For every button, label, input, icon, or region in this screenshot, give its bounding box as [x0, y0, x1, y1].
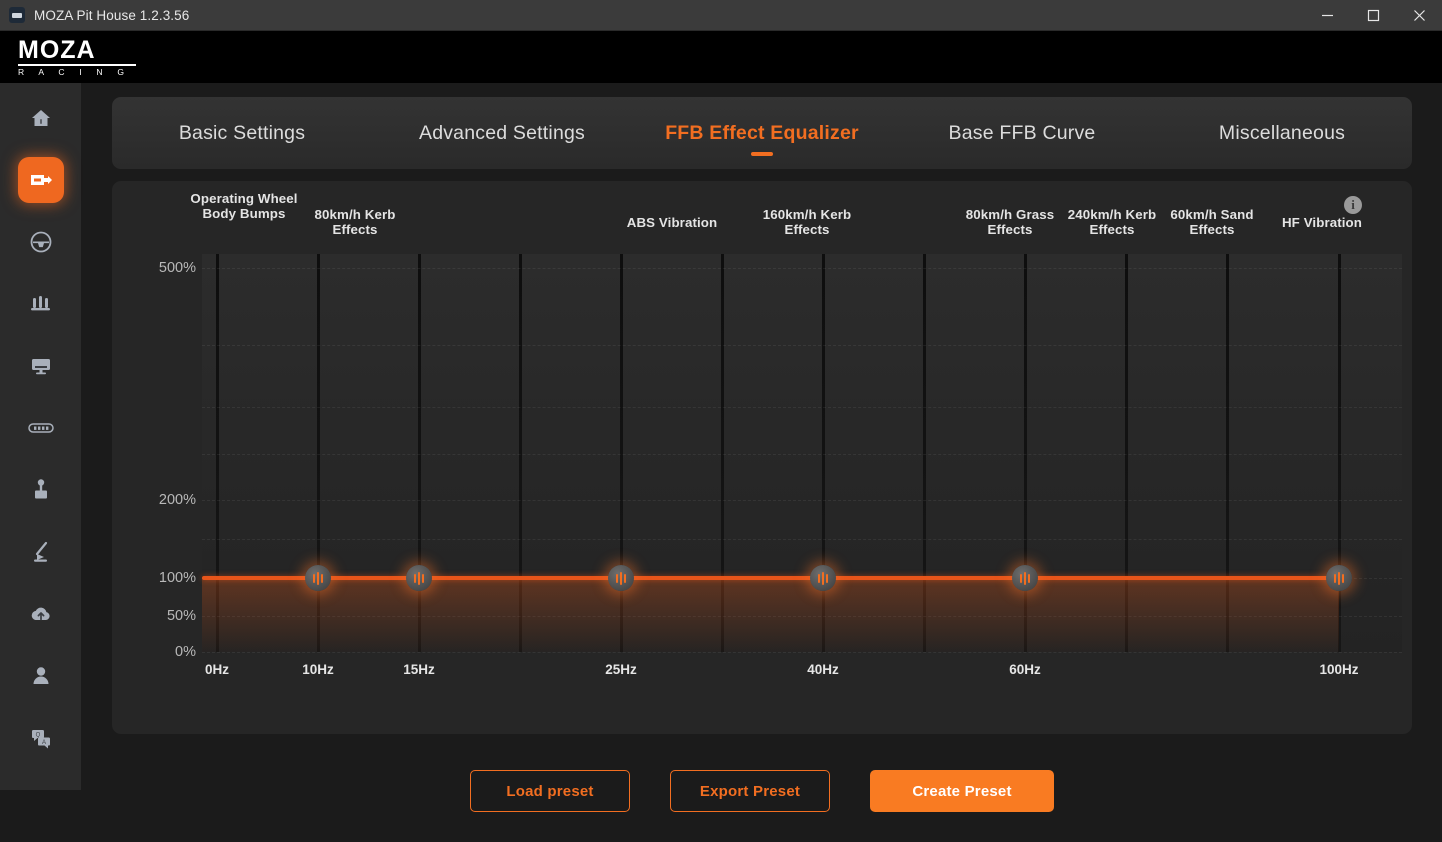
- brand-name: MOZA: [18, 35, 96, 64]
- sidebar-item-wheelbase[interactable]: [17, 157, 64, 203]
- svg-text:A: A: [41, 740, 45, 746]
- sidebar-item-handbrake[interactable]: [18, 529, 64, 575]
- gridline: [202, 407, 1402, 409]
- eq-band-handle[interactable]: [1326, 565, 1352, 591]
- settings-tabbar: Basic Settings Advanced Settings FFB Eff…: [112, 97, 1412, 169]
- maximize-button[interactable]: [1350, 0, 1396, 31]
- main-content: Basic Settings Advanced Settings FFB Eff…: [81, 83, 1442, 842]
- home-icon: [30, 107, 52, 129]
- band-label-160kmh-kerb-effects: 160km/h Kerb Effects: [762, 207, 852, 238]
- steering-wheel-icon: [29, 230, 53, 254]
- tab-basic-settings[interactable]: Basic Settings: [112, 97, 372, 169]
- tab-miscellaneous[interactable]: Miscellaneous: [1152, 97, 1412, 169]
- moza-logo: MOZA R A C I N G: [18, 37, 138, 78]
- x-axis-tick: 100Hz: [1319, 662, 1359, 677]
- gridline: [202, 453, 1402, 455]
- band-label-operating-wheel-body-bumps: Operating Wheel Body Bumps: [190, 191, 298, 222]
- qa-support-icon: QA: [29, 727, 53, 749]
- moza-app-icon: [9, 7, 25, 23]
- band-label-80kmh-kerb-effects: 80km/h Kerb Effects: [314, 207, 396, 238]
- eq-band-handle[interactable]: [406, 565, 432, 591]
- sidebar-item-profile[interactable]: [18, 653, 64, 699]
- eq-band-handle[interactable]: [305, 565, 331, 591]
- sidebar-item-button-box[interactable]: [18, 405, 64, 451]
- load-preset-button[interactable]: Load preset: [470, 770, 630, 812]
- sidebar-item-steering-wheel[interactable]: [18, 219, 64, 265]
- y-axis-tick: 50%: [166, 608, 196, 624]
- close-button[interactable]: [1396, 0, 1442, 31]
- tab-ffb-effect-equalizer[interactable]: FFB Effect Equalizer: [632, 97, 892, 169]
- create-preset-button[interactable]: Create Preset: [870, 770, 1054, 812]
- band-label-abs-vibration: ABS Vibration: [626, 215, 718, 230]
- y-axis-tick: 100%: [158, 570, 196, 586]
- gridline: [202, 500, 1402, 501]
- x-axis-tick: 10Hz: [302, 662, 334, 677]
- x-axis-tick: 40Hz: [807, 662, 839, 677]
- eq-band-handle[interactable]: [1012, 565, 1038, 591]
- y-axis-tick: 500%: [158, 260, 196, 276]
- window-titlebar: MOZA Pit House 1.2.3.56: [0, 0, 1442, 31]
- x-axis-tick: 25Hz: [605, 662, 637, 677]
- sidebar-item-pedals[interactable]: [18, 281, 64, 327]
- band-label-row: Operating Wheel Body Bumps 80km/h Kerb E…: [112, 181, 1412, 243]
- x-axis-tick: 60Hz: [1009, 662, 1041, 677]
- curve-fill-area: [202, 578, 1339, 652]
- y-axis-tick: 200%: [158, 492, 196, 508]
- preset-button-row: Load preset Export Preset Create Preset: [112, 770, 1412, 812]
- tab-base-ffb-curve[interactable]: Base FFB Curve: [892, 97, 1152, 169]
- wheelbase-icon: [28, 169, 54, 191]
- window-title: MOZA Pit House 1.2.3.56: [34, 7, 190, 23]
- export-preset-button[interactable]: Export Preset: [670, 770, 830, 812]
- ffb-gain-curve: [202, 576, 1339, 580]
- x-axis-tick: 0Hz: [204, 662, 230, 677]
- gridline: [202, 539, 1402, 540]
- band-label-hf-vibration: HF Vibration: [1281, 215, 1362, 230]
- brand-tagline: R A C I N G: [18, 63, 136, 78]
- sidebar-item-qa[interactable]: QA: [18, 715, 64, 761]
- user-profile-icon: [30, 665, 52, 687]
- button-box-icon: [27, 421, 54, 435]
- x-axis-tick: 15Hz: [403, 662, 435, 677]
- y-axis-tick: 0%: [175, 644, 196, 660]
- sidebar-item-cloud[interactable]: [18, 591, 64, 637]
- shifter-icon: [30, 478, 52, 502]
- display-icon: [29, 355, 53, 377]
- sidebar-item-display[interactable]: [18, 343, 64, 389]
- pedals-icon: [29, 293, 53, 315]
- gridline: [202, 268, 1402, 269]
- eq-band-handle[interactable]: [608, 565, 634, 591]
- tab-advanced-settings[interactable]: Advanced Settings: [372, 97, 632, 169]
- minimize-button[interactable]: [1304, 0, 1350, 31]
- equalizer-plot[interactable]: 500% 200% 100% 50% 0% 0Hz 10Hz 15Hz 25Hz 40Hz 60Hz…: [159, 254, 1402, 677]
- handbrake-icon: [29, 540, 53, 564]
- info-icon[interactable]: i: [1344, 196, 1362, 214]
- cloud-upload-icon: [29, 604, 53, 624]
- sidebar-item-home[interactable]: [18, 95, 64, 141]
- gridline: [202, 652, 1402, 653]
- app-body: QA Basic Settings Advanced Settings FFB …: [0, 83, 1442, 842]
- eq-band-handle[interactable]: [810, 565, 836, 591]
- sidebar: QA: [0, 83, 81, 790]
- gridline: [202, 345, 1402, 347]
- equalizer-panel: Operating Wheel Body Bumps 80km/h Kerb E…: [112, 181, 1412, 734]
- sidebar-item-shifter[interactable]: [18, 467, 64, 513]
- app-header: MOZA R A C I N G: [0, 31, 1442, 83]
